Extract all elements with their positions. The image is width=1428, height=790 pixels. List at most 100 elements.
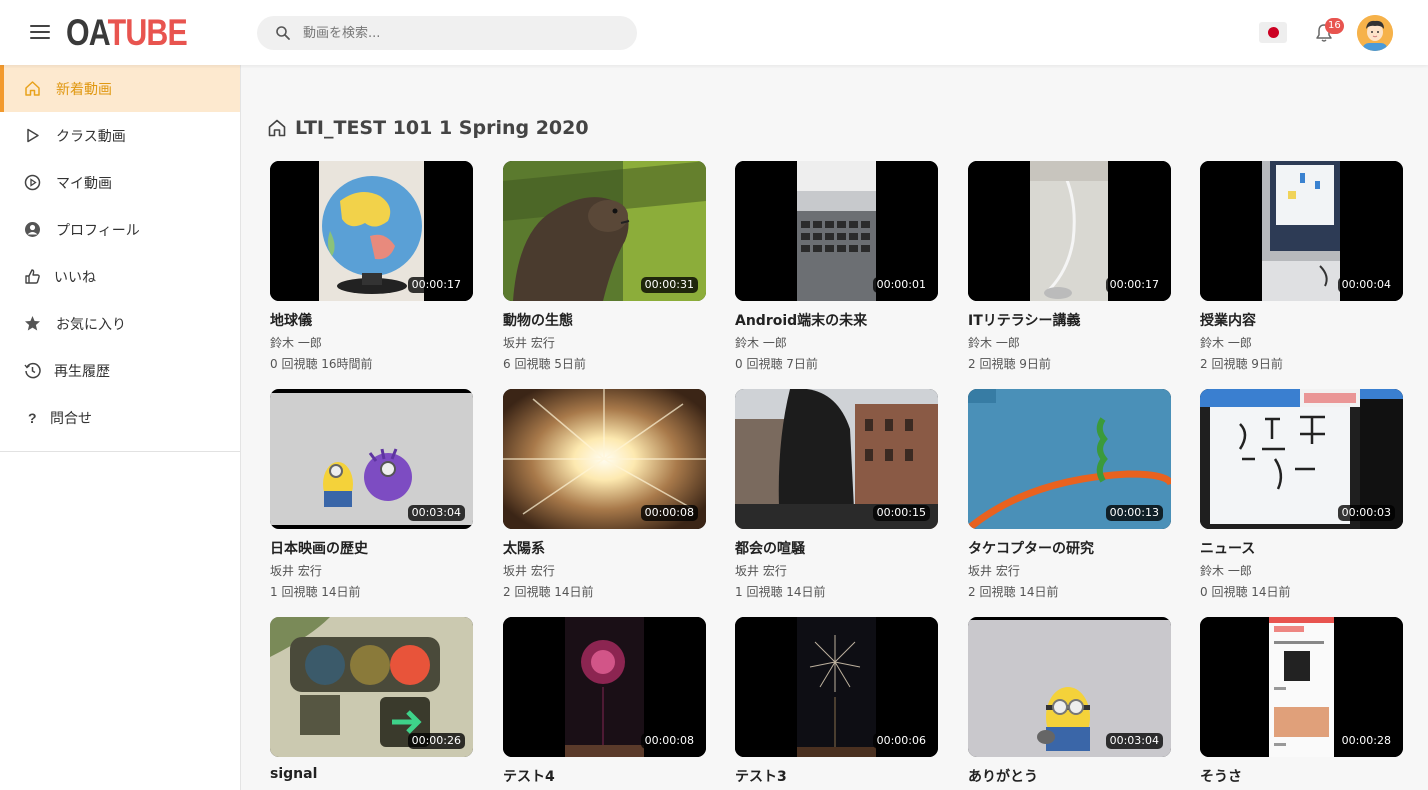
video-card[interactable]: 00:00:08 テスト4: [503, 617, 706, 786]
sidebar-item-favorites[interactable]: お気に入り: [0, 300, 240, 347]
video-thumbnail[interactable]: 00:00:17: [270, 161, 473, 301]
history-icon: [24, 362, 41, 379]
duration-badge: 00:00:13: [1105, 505, 1163, 521]
svg-text:?: ?: [28, 410, 37, 426]
video-thumbnail[interactable]: 00:00:06: [735, 617, 938, 757]
video-card[interactable]: 00:00:26 signal: [270, 617, 473, 782]
video-title[interactable]: Android端末の未来: [735, 310, 938, 330]
video-title[interactable]: テスト3: [735, 766, 938, 786]
video-meta: 0 回視聴 16時間前: [270, 357, 373, 371]
video-thumbnail[interactable]: 00:00:04: [1200, 161, 1403, 301]
video-card[interactable]: 00:00:17 ITリテラシー講義 鈴木 一郎 2 回視聴 9日前: [968, 161, 1171, 372]
video-thumbnail[interactable]: 00:00:28: [1200, 617, 1403, 757]
video-title[interactable]: 日本映画の歴史: [270, 538, 473, 558]
video-title[interactable]: そうさ: [1200, 766, 1403, 786]
video-meta: 2 回視聴 14日前: [503, 585, 594, 599]
video-author[interactable]: 坂井 宏行: [270, 562, 473, 579]
video-title[interactable]: ITリテラシー講義: [968, 310, 1171, 330]
logo-text-oa: OA: [66, 12, 108, 53]
video-card[interactable]: 00:00:13 タケコプターの研究 坂井 宏行 2 回視聴 14日前: [968, 389, 1171, 600]
search-bar: [257, 16, 637, 50]
video-card[interactable]: 00:00:03 ニュース 鈴木 一郎 0 回視聴 14日前: [1200, 389, 1403, 600]
video-thumbnail[interactable]: 00:00:17: [968, 161, 1171, 301]
search-icon[interactable]: [275, 25, 291, 41]
duration-badge: 00:00:08: [640, 733, 698, 749]
video-card[interactable]: 00:00:15 都会の喧騒 坂井 宏行 1 回視聴 14日前: [735, 389, 938, 600]
home-icon: [25, 81, 40, 96]
sidebar-item-my-videos[interactable]: マイ動画: [0, 159, 240, 206]
video-author[interactable]: 鈴木 一郎: [735, 334, 938, 351]
duration-badge: 00:03:04: [1105, 733, 1163, 749]
menu-icon[interactable]: [30, 25, 50, 41]
video-thumbnail[interactable]: 00:00:31: [503, 161, 706, 301]
page-heading: LTI_TEST 101 1 Spring 2020: [267, 116, 589, 140]
sidebar-item-label: いいね: [54, 269, 96, 286]
video-thumbnail[interactable]: 00:00:08: [503, 389, 706, 529]
notification-badge: 16: [1325, 18, 1344, 34]
video-card[interactable]: 00:03:04 ありがとう: [968, 617, 1171, 786]
video-thumbnail[interactable]: 00:00:15: [735, 389, 938, 529]
video-card[interactable]: 00:03:04 日本映画の歴史 坂井 宏行 1 回視聴 14日前: [270, 389, 473, 600]
video-author[interactable]: 鈴木 一郎: [968, 334, 1171, 351]
sidebar-item-profile[interactable]: プロフィール: [0, 206, 240, 253]
star-icon: [25, 316, 40, 331]
video-thumbnail[interactable]: 00:00:03: [1200, 389, 1403, 529]
video-author[interactable]: 鈴木 一郎: [270, 334, 473, 351]
video-thumbnail[interactable]: 00:00:13: [968, 389, 1171, 529]
video-card[interactable]: 00:00:17 地球儀 鈴木 一郎 0 回視聴 16時間前: [270, 161, 473, 372]
video-author[interactable]: 坂井 宏行: [735, 562, 938, 579]
sidebar-item-contact[interactable]: ? 問合せ: [0, 394, 240, 441]
video-title[interactable]: 都会の喧騒: [735, 538, 938, 558]
video-author[interactable]: 鈴木 一郎: [1200, 334, 1403, 351]
video-title[interactable]: テスト4: [503, 766, 706, 786]
video-meta: 2 回視聴 9日前: [1200, 357, 1283, 371]
video-title[interactable]: 授業内容: [1200, 310, 1403, 330]
video-card[interactable]: 00:00:06 テスト3: [735, 617, 938, 786]
video-author[interactable]: 坂井 宏行: [968, 562, 1171, 579]
sidebar-item-label: 問合せ: [50, 410, 92, 427]
video-meta: 1 回視聴 14日前: [735, 585, 826, 599]
video-title[interactable]: signal: [270, 766, 473, 782]
video-thumbnail[interactable]: 00:00:01: [735, 161, 938, 301]
sidebar-item-history[interactable]: 再生履歴: [0, 347, 240, 394]
sidebar-item-label: 新着動画: [56, 81, 112, 98]
video-title[interactable]: ニュース: [1200, 538, 1403, 558]
video-author[interactable]: 鈴木 一郎: [1200, 562, 1403, 579]
video-title[interactable]: 地球儀: [270, 310, 473, 330]
video-card[interactable]: 00:00:04 授業内容 鈴木 一郎 2 回視聴 9日前: [1200, 161, 1403, 372]
video-card[interactable]: 00:00:28 そうさ: [1200, 617, 1403, 786]
video-title[interactable]: ありがとう: [968, 766, 1171, 786]
video-title[interactable]: タケコプターの研究: [968, 538, 1171, 558]
duration-badge: 00:00:03: [1337, 505, 1395, 521]
video-card[interactable]: 00:00:31 動物の生態 坂井 宏行 6 回視聴 5日前: [503, 161, 706, 372]
language-flag-button[interactable]: [1259, 22, 1287, 43]
sidebar-item-new-videos[interactable]: 新着動画: [0, 65, 240, 112]
search-input[interactable]: [303, 16, 623, 50]
video-card[interactable]: 00:00:01 Android端末の未来 鈴木 一郎 0 回視聴 7日前: [735, 161, 938, 372]
video-meta: 0 回視聴 7日前: [735, 357, 818, 371]
play-circle-icon: [24, 174, 41, 191]
play-outline-icon: [27, 128, 39, 143]
video-author[interactable]: 坂井 宏行: [503, 562, 706, 579]
avatar[interactable]: [1357, 15, 1393, 51]
duration-badge: 00:00:04: [1337, 277, 1395, 293]
sidebar-divider: [0, 451, 240, 452]
video-thumbnail[interactable]: 00:00:08: [503, 617, 706, 757]
video-title[interactable]: 動物の生態: [503, 310, 706, 330]
sidebar-item-label: お気に入り: [56, 316, 126, 333]
duration-badge: 00:00:28: [1337, 733, 1395, 749]
sidebar-item-likes[interactable]: いいね: [0, 253, 240, 300]
video-thumbnail[interactable]: 00:00:26: [270, 617, 473, 757]
video-author[interactable]: 坂井 宏行: [503, 334, 706, 351]
logo[interactable]: OATUBE: [66, 12, 188, 54]
logo-text-tube: TUBE: [107, 12, 188, 53]
sidebar-item-label: 再生履歴: [54, 363, 110, 380]
video-card[interactable]: 00:00:08 太陽系 坂井 宏行 2 回視聴 14日前: [503, 389, 706, 600]
video-thumbnail[interactable]: 00:03:04: [270, 389, 473, 529]
sidebar: 新着動画 クラス動画 マイ動画 プロフィール いいね お気に入り 再生履歴 ? …: [0, 65, 241, 790]
video-meta: 1 回視聴 14日前: [270, 585, 361, 599]
video-title[interactable]: 太陽系: [503, 538, 706, 558]
video-thumbnail[interactable]: 00:03:04: [968, 617, 1171, 757]
duration-badge: 00:00:17: [407, 277, 465, 293]
sidebar-item-class-videos[interactable]: クラス動画: [0, 112, 240, 159]
